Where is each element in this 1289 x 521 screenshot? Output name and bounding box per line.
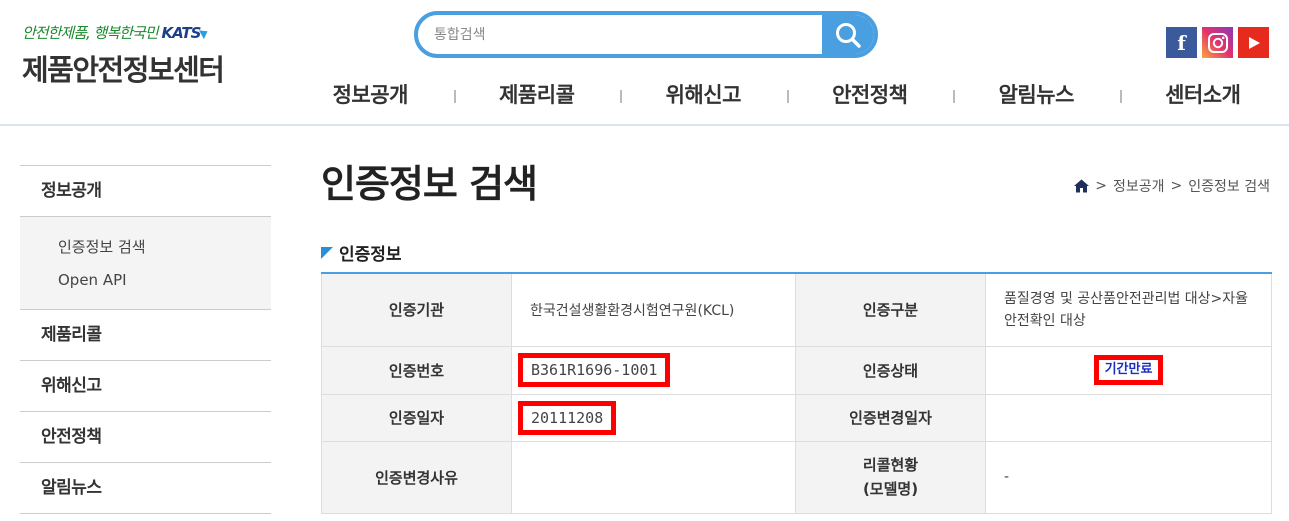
cert-info-table: 인증기관 한국건설생활환경시험연구원(KCL) 인증구분 품질경영 및 공산품안… xyxy=(321,272,1272,514)
nav-item-recall[interactable]: 제품리콜 xyxy=(453,78,621,112)
breadcrumb-item[interactable]: 정보공개 xyxy=(1113,176,1165,196)
katts-logo: KATS xyxy=(161,24,202,42)
table-row: 인증번호 B361R1696-1001 인증상태 기간만료 xyxy=(321,345,1272,395)
sidebar-subitem-open-api[interactable]: Open API xyxy=(58,264,271,297)
search-input[interactable] xyxy=(434,15,824,54)
katts-tick-icon xyxy=(199,26,211,40)
youtube-icon[interactable] xyxy=(1238,27,1269,58)
instagram-icon[interactable] xyxy=(1202,27,1233,58)
change-reason-value xyxy=(511,440,796,514)
breadcrumb-separator: > xyxy=(1095,178,1107,194)
table-row: 인증일자 20111208 인증변경일자 xyxy=(321,393,1272,442)
status-badge: 기간만료 xyxy=(1093,355,1164,385)
breadcrumb-separator: > xyxy=(1170,178,1183,194)
main-nav: 정보공개 제품리콜 위해신고 안전정책 알림뉴스 센터소개 xyxy=(287,78,1286,112)
play-glyph xyxy=(1248,36,1260,49)
sidebar-item-recall[interactable]: 제품리콜 xyxy=(20,310,271,361)
search-icon xyxy=(836,22,861,48)
nav-item-info[interactable]: 정보공개 xyxy=(287,78,454,112)
sidebar-item-info[interactable]: 정보공개 xyxy=(20,166,271,217)
nav-item-about[interactable]: 센터소개 xyxy=(1119,78,1287,112)
sidebar-submenu: 인증정보 검색 Open API xyxy=(20,217,271,310)
change-date-label: 인증변경일자 xyxy=(795,393,986,442)
slogan-text: 안전한제품, 행복한국민 xyxy=(22,24,159,42)
status-value-cell: 기간만료 xyxy=(985,345,1272,395)
site-name: 제품안전정보센터 xyxy=(22,53,225,87)
search-button[interactable] xyxy=(822,15,874,54)
section-title: 인증정보 xyxy=(321,240,402,265)
recall-label-line2: (모델명) xyxy=(862,480,919,498)
instagram-glyph xyxy=(1207,32,1228,53)
recall-label-line1: 리콜현황 xyxy=(862,456,919,474)
breadcrumb: > 정보공개 > 인증정보 검색 xyxy=(1074,176,1270,196)
table-row: 인증변경사유 리콜현황 (모델명) - xyxy=(321,440,1272,514)
sidebar-item-news[interactable]: 알림뉴스 xyxy=(20,463,271,514)
sidebar-item-report[interactable]: 위해신고 xyxy=(20,361,271,412)
breadcrumb-item-current[interactable]: 인증정보 검색 xyxy=(1188,176,1270,196)
type-value: 품질경영 및 공산품안전관리법 대상>자율안전확인 대상 xyxy=(985,272,1272,347)
cert-number-highlight: B361R1696-1001 xyxy=(518,353,671,387)
home-icon[interactable] xyxy=(1074,179,1090,193)
nav-item-policy[interactable]: 안전정책 xyxy=(786,78,954,112)
site-header: 안전한제품, 행복한국민KATS 제품안전정보센터 f 정보공 xyxy=(0,0,1289,126)
nav-item-news[interactable]: 알림뉴스 xyxy=(953,78,1120,112)
logo-slogan: 안전한제품, 행복한국민 KATS xyxy=(22,22,223,43)
nav-item-report[interactable]: 위해신고 xyxy=(620,78,787,112)
recall-label: 리콜현황 (모델명) xyxy=(795,440,986,514)
no-label: 인증번호 xyxy=(321,345,512,395)
search-bar xyxy=(414,11,878,58)
table-row: 인증기관 한국건설생활환경시험연구원(KCL) 인증구분 품질경영 및 공산품안… xyxy=(321,272,1272,347)
facebook-icon[interactable]: f xyxy=(1166,27,1197,58)
sidebar-subitem-cert-search[interactable]: 인증정보 검색 xyxy=(58,231,271,264)
type-label: 인증구분 xyxy=(795,272,986,347)
section-marker-icon xyxy=(321,246,333,259)
cert-date-highlight: 20111208 xyxy=(518,400,617,435)
page-title: 인증정보 검색 xyxy=(321,162,538,206)
org-value: 한국건설생활환경시험연구원(KCL) xyxy=(511,272,796,347)
org-label: 인증기관 xyxy=(321,272,512,347)
change-reason-label: 인증변경사유 xyxy=(321,440,512,514)
sidebar-nav: 정보공개 인증정보 검색 Open API 제품리콜 위해신고 안전정책 알림뉴… xyxy=(20,165,271,514)
date-label: 인증일자 xyxy=(321,393,512,442)
sidebar-item-policy[interactable]: 안전정책 xyxy=(20,412,271,463)
sns-links: f xyxy=(1161,27,1269,58)
recall-value: - xyxy=(985,440,1272,514)
change-date-value xyxy=(985,393,1272,442)
date-value-cell: 20111208 xyxy=(511,393,796,442)
status-label: 인증상태 xyxy=(795,345,986,395)
section-title-text: 인증정보 xyxy=(339,245,402,265)
site-logo[interactable]: 안전한제품, 행복한국민 KATS 제품안전정보센터 xyxy=(22,22,225,89)
no-value-cell: B361R1696-1001 xyxy=(511,345,796,395)
